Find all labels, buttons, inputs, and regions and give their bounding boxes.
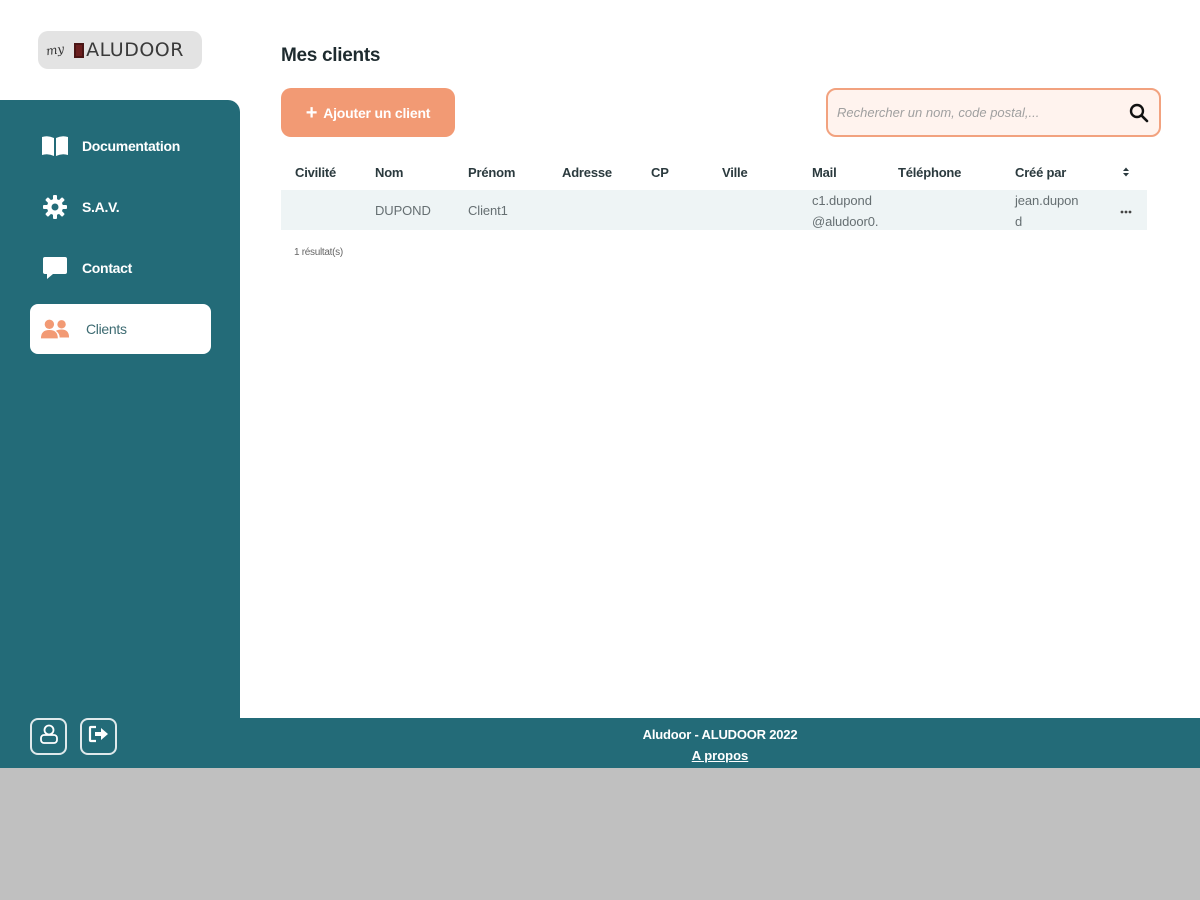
sort-icon[interactable] bbox=[1119, 164, 1133, 180]
more-options-icon[interactable] bbox=[1119, 204, 1133, 214]
sidebar-item-label: Clients bbox=[86, 321, 127, 337]
chat-bubble-icon bbox=[40, 254, 70, 282]
sidebar-item-label: Contact bbox=[82, 260, 133, 276]
sidebar-item-contact[interactable]: Contact bbox=[30, 243, 211, 293]
cell-mail-line1: c1.dupond bbox=[812, 193, 872, 208]
plus-icon: + bbox=[305, 101, 318, 124]
cell-cree-par-line2: d bbox=[1015, 214, 1023, 229]
add-client-label: Ajouter un client bbox=[323, 104, 431, 121]
sidebar-item-clients[interactable]: Clients bbox=[30, 304, 211, 354]
footer-title: Aludoor - ALUDOOR 2022 bbox=[642, 727, 798, 742]
search-box bbox=[826, 88, 1161, 137]
sidebar-item-documentation[interactable]: Documentation bbox=[30, 121, 211, 171]
add-client-button[interactable]: + Ajouter un client bbox=[281, 88, 455, 137]
search-input[interactable] bbox=[837, 105, 1117, 120]
column-header-prenom[interactable]: Prénom bbox=[468, 165, 515, 180]
column-header-mail[interactable]: Mail bbox=[812, 165, 837, 180]
profile-button[interactable] bbox=[30, 718, 67, 755]
gear-icon bbox=[40, 193, 70, 221]
cell-nom: DUPOND bbox=[375, 203, 431, 218]
sidebar-item-label: Documentation bbox=[82, 138, 180, 154]
footer bbox=[0, 718, 1200, 768]
cell-cree-par-line1: jean.dupon bbox=[1015, 193, 1079, 208]
users-icon bbox=[40, 315, 70, 343]
logo-name: ALUDOOR bbox=[86, 39, 184, 61]
column-header-ville[interactable]: Ville bbox=[722, 165, 748, 180]
column-header-civilite[interactable]: Civilité bbox=[295, 165, 336, 180]
column-header-cp[interactable]: CP bbox=[651, 165, 669, 180]
cell-prenom: Client1 bbox=[468, 203, 508, 218]
user-profile-icon bbox=[39, 723, 59, 750]
page-title: Mes clients bbox=[281, 45, 381, 66]
column-header-nom[interactable]: Nom bbox=[375, 165, 403, 180]
about-link[interactable]: A propos bbox=[620, 748, 820, 763]
column-header-adresse[interactable]: Adresse bbox=[562, 165, 612, 180]
sidebar-item-sav[interactable]: S.A.V. bbox=[30, 182, 211, 232]
content-panel-corner bbox=[240, 690, 270, 718]
app-window: my ALUDOOR Documentation S.A.V. Contact … bbox=[0, 0, 1200, 768]
cell-mail-line2: @aludoor0. bbox=[812, 214, 879, 229]
results-count: 1 résultat(s) bbox=[294, 247, 343, 258]
column-header-telephone[interactable]: Téléphone bbox=[898, 165, 961, 180]
column-header-cree-par[interactable]: Créé par bbox=[1015, 165, 1066, 180]
logout-button[interactable] bbox=[80, 718, 117, 755]
search-icon[interactable] bbox=[1129, 103, 1149, 123]
logo-prefix: my bbox=[45, 41, 66, 59]
book-icon bbox=[40, 132, 70, 160]
logout-icon bbox=[88, 724, 110, 749]
sidebar-item-label: S.A.V. bbox=[82, 199, 120, 215]
logo[interactable]: my ALUDOOR bbox=[38, 31, 202, 69]
logo-door-icon bbox=[74, 42, 85, 58]
